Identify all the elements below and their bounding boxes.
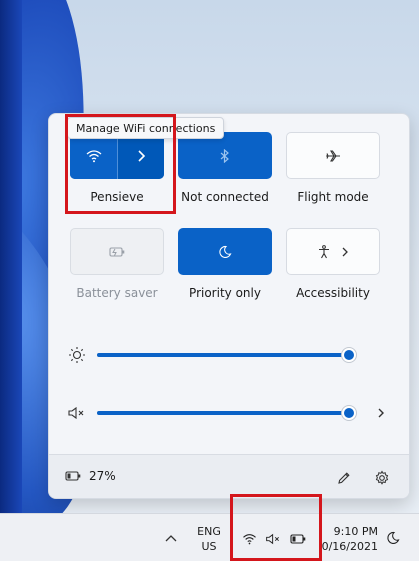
wifi-tile-label: Pensieve xyxy=(90,190,144,204)
volume-muted-icon xyxy=(266,533,279,545)
chevron-up-icon xyxy=(165,535,177,542)
wifi-icon xyxy=(243,534,256,545)
volume-slider-fill xyxy=(97,411,349,415)
brightness-icon xyxy=(67,345,87,365)
show-hidden-icons-button[interactable] xyxy=(160,528,182,548)
chevron-right-icon xyxy=(138,149,146,162)
chevron-right-icon xyxy=(342,247,348,256)
wifi-icon xyxy=(86,149,101,162)
input-language-indicator[interactable]: ENG US xyxy=(192,523,226,555)
focus-assist-tray-button[interactable] xyxy=(382,528,404,548)
accessibility-tile-label: Accessibility xyxy=(296,286,370,300)
edit-quick-settings-button[interactable] xyxy=(333,467,355,489)
audio-output-button[interactable] xyxy=(371,403,391,423)
brightness-slider-row xyxy=(49,343,409,367)
pencil-icon xyxy=(338,472,350,484)
wifi-toggle-button[interactable] xyxy=(70,132,117,179)
manage-wifi-tooltip: Manage WiFi connections xyxy=(67,117,225,139)
quick-settings-footer: 27% xyxy=(49,454,409,498)
region-code: US xyxy=(201,540,217,553)
brightness-slider[interactable] xyxy=(97,347,357,363)
battery-status[interactable]: 27% xyxy=(65,469,116,483)
system-tray-quick-settings-button[interactable] xyxy=(238,528,312,550)
taskbar: ENG US 9:10 PM 0/16/2021 xyxy=(0,513,419,561)
language-code: ENG xyxy=(197,525,221,538)
battery-charging-icon xyxy=(290,534,306,544)
quick-settings-panel: Pensieve Not connected Flight mode Batte… xyxy=(48,113,410,499)
clock-time: 9:10 PM xyxy=(333,525,378,538)
flight-mode-tile-label: Flight mode xyxy=(297,190,369,204)
brightness-slider-fill xyxy=(97,353,349,357)
volume-muted-icon[interactable] xyxy=(67,403,87,423)
airplane-icon xyxy=(326,149,340,162)
clock-date: 0/16/2021 xyxy=(321,540,378,553)
moon-icon xyxy=(219,245,232,258)
volume-slider-row xyxy=(49,401,409,425)
clock-date-button[interactable]: 9:10 PM 0/16/2021 xyxy=(322,523,378,555)
moon-icon xyxy=(387,531,400,544)
gear-icon xyxy=(375,470,389,485)
bluetooth-tile-label: Not connected xyxy=(181,190,269,204)
battery-charging-icon xyxy=(65,471,81,481)
focus-assist-tile-label: Priority only xyxy=(189,286,261,300)
wifi-tile[interactable] xyxy=(70,132,164,179)
brightness-slider-thumb[interactable] xyxy=(341,347,357,363)
chevron-right-icon xyxy=(378,408,384,418)
focus-assist-tile[interactable] xyxy=(178,228,272,275)
battery-percentage: 27% xyxy=(89,469,116,483)
volume-slider[interactable] xyxy=(97,405,357,421)
accessibility-tile[interactable] xyxy=(286,228,380,275)
settings-button[interactable] xyxy=(371,467,393,489)
bluetooth-icon xyxy=(220,148,229,163)
volume-slider-thumb[interactable] xyxy=(341,405,357,421)
battery-saver-tile-label: Battery saver xyxy=(76,286,158,300)
bluetooth-tile[interactable] xyxy=(178,132,272,179)
battery-saver-icon xyxy=(109,246,125,257)
accessibility-icon xyxy=(319,244,329,258)
manage-wifi-button[interactable] xyxy=(118,132,164,179)
flight-mode-tile[interactable] xyxy=(286,132,380,179)
wallpaper-edge xyxy=(0,0,22,513)
battery-saver-tile[interactable] xyxy=(70,228,164,275)
